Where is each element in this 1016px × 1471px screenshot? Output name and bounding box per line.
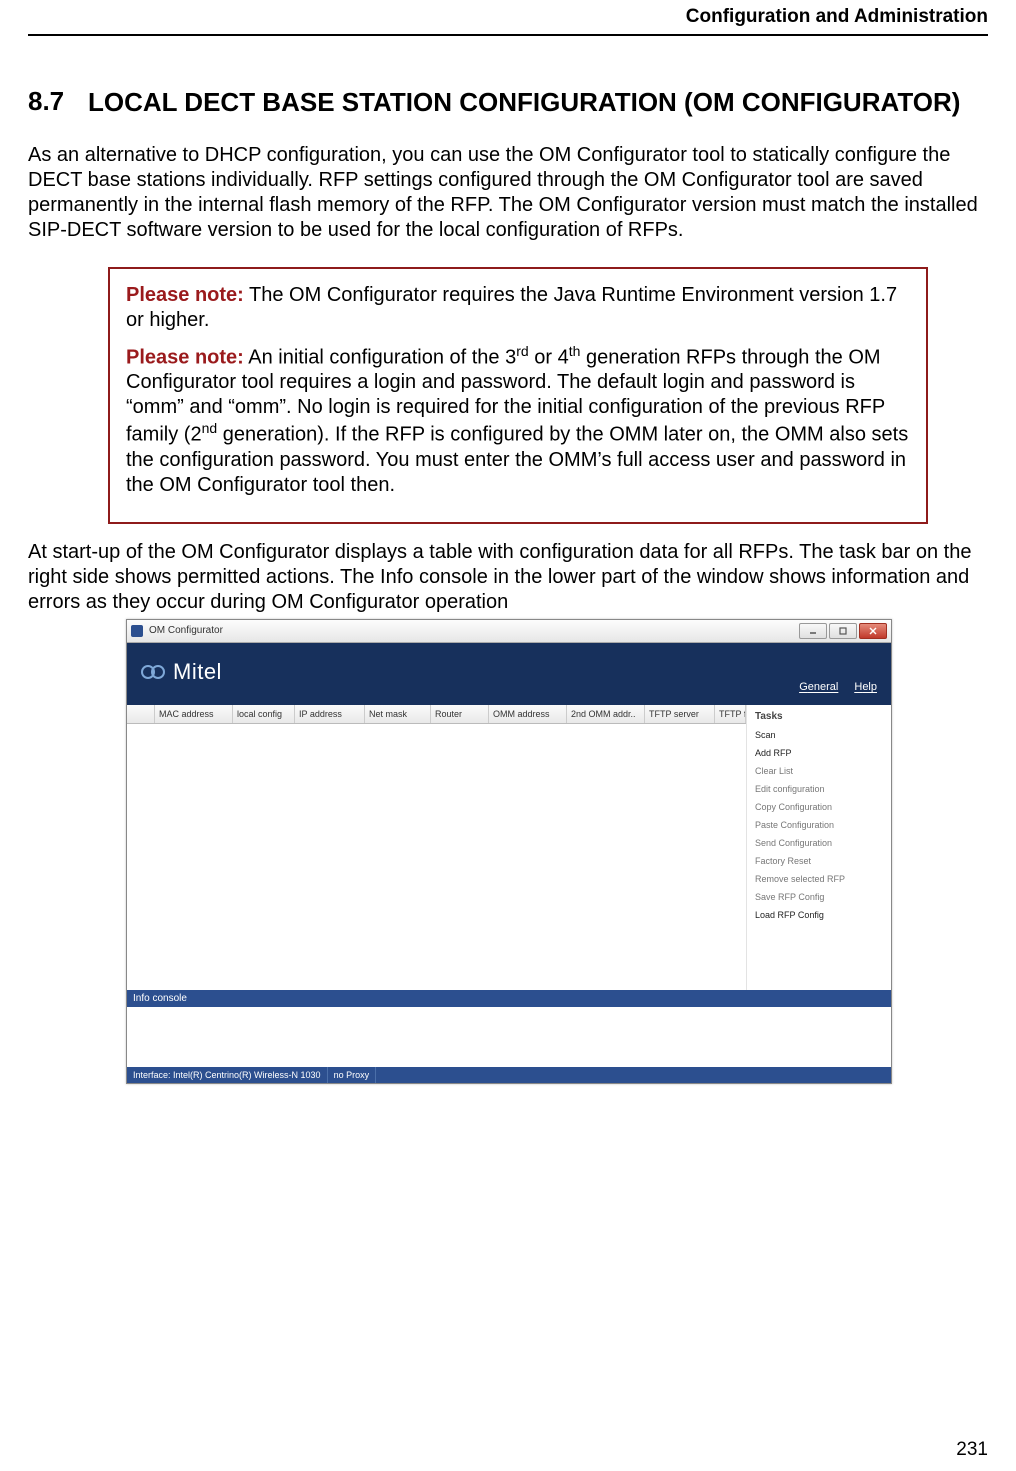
note-1: Please note: The OM Configurator require…: [126, 283, 910, 333]
note-2: Please note: An initial configuration of…: [126, 343, 910, 498]
col-local-config[interactable]: local config: [233, 705, 295, 723]
section-heading: 8.7 LOCAL DECT BASE STATION CONFIGURATIO…: [28, 86, 988, 119]
minimize-button[interactable]: [799, 623, 827, 639]
task-remove-selected-rfp[interactable]: Remove selected RFP: [755, 874, 885, 884]
tasks-pane: Tasks Scan Add RFP Clear List Edit confi…: [746, 705, 891, 990]
rfp-table: MAC address local config IP address Net …: [127, 705, 746, 990]
task-edit-configuration[interactable]: Edit configuration: [755, 784, 885, 794]
col-tftp-server[interactable]: TFTP server: [645, 705, 715, 723]
col-omm-address[interactable]: OMM address: [489, 705, 567, 723]
task-factory-reset[interactable]: Factory Reset: [755, 856, 885, 866]
info-console-header: Info console: [127, 990, 891, 1007]
task-clear-list[interactable]: Clear List: [755, 766, 885, 776]
window-titlebar: OM Configurator: [127, 620, 891, 643]
status-interface: Interface: Intel(R) Centrino(R) Wireless…: [127, 1067, 328, 1083]
task-copy-configuration[interactable]: Copy Configuration: [755, 802, 885, 812]
brand-bar: Mitel General Help: [127, 643, 891, 705]
body-paragraph: At start-up of the OM Configurator displ…: [28, 540, 988, 615]
tasks-title: Tasks: [755, 711, 885, 722]
close-icon: [868, 626, 878, 636]
page-number: 231: [956, 1439, 988, 1461]
mitel-logo-icon: [141, 663, 165, 681]
om-configurator-window: OM Configurator Mitel General Help: [126, 619, 892, 1084]
section-title: LOCAL DECT BASE STATION CONFIGURATION (O…: [88, 86, 960, 119]
task-load-rfp-config[interactable]: Load RFP Config: [755, 910, 885, 920]
col-tftp-file-name[interactable]: TFTP file name: [715, 705, 746, 723]
note-label: Please note:: [126, 346, 244, 368]
close-button[interactable]: [859, 623, 887, 639]
col-router[interactable]: Router: [431, 705, 489, 723]
note-label: Please note:: [126, 284, 244, 306]
task-send-configuration[interactable]: Send Configuration: [755, 838, 885, 848]
note-body-part: or 4: [529, 346, 569, 368]
page-header: Configuration and Administration: [28, 0, 988, 36]
intro-paragraph: As an alternative to DHCP configuration,…: [28, 143, 988, 243]
status-proxy: no Proxy: [328, 1067, 377, 1083]
maximize-button[interactable]: [829, 623, 857, 639]
menu-general[interactable]: General: [799, 681, 838, 693]
table-header-row: MAC address local config IP address Net …: [127, 705, 746, 724]
section-number: 8.7: [28, 86, 88, 119]
col-mac-address[interactable]: MAC address: [155, 705, 233, 723]
window-title: OM Configurator: [149, 625, 797, 636]
note-box: Please note: The OM Configurator require…: [108, 267, 928, 524]
task-save-rfp-config[interactable]: Save RFP Config: [755, 892, 885, 902]
info-console-body[interactable]: [127, 1007, 891, 1067]
col-ip-address[interactable]: IP address: [295, 705, 365, 723]
col-selector[interactable]: [127, 705, 155, 723]
task-paste-configuration[interactable]: Paste Configuration: [755, 820, 885, 830]
app-icon: [131, 625, 143, 637]
minimize-icon: [808, 626, 818, 636]
superscript: nd: [202, 420, 218, 436]
brand-name: Mitel: [173, 659, 222, 685]
menu-help[interactable]: Help: [854, 681, 877, 693]
task-scan[interactable]: Scan: [755, 730, 885, 740]
task-add-rfp[interactable]: Add RFP: [755, 748, 885, 758]
col-2nd-omm-addr[interactable]: 2nd OMM addr..: [567, 705, 645, 723]
superscript: rd: [516, 343, 528, 359]
maximize-icon: [838, 626, 848, 636]
table-body-empty[interactable]: [127, 724, 746, 990]
status-bar: Interface: Intel(R) Centrino(R) Wireless…: [127, 1067, 891, 1083]
note-body-part: generation). If the RFP is configured by…: [126, 424, 908, 496]
superscript: th: [569, 343, 581, 359]
col-net-mask[interactable]: Net mask: [365, 705, 431, 723]
note-body-part: An initial configuration of the 3: [244, 346, 516, 368]
